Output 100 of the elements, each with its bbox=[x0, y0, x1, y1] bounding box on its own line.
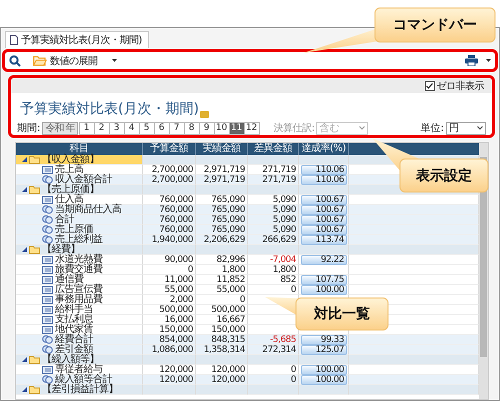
account-name: 広告宣伝費 bbox=[55, 284, 102, 294]
achievement-rate: 100.00 bbox=[301, 365, 347, 375]
account-name: 水道光熱費 bbox=[55, 254, 102, 264]
period-label: 期間: bbox=[17, 122, 40, 135]
year-field[interactable]: 令和 年 bbox=[42, 122, 78, 134]
achievement-rate: 100.67 bbox=[301, 205, 347, 215]
budget-amount: 2,700,000 bbox=[152, 175, 193, 185]
expand-triangle-icon[interactable] bbox=[22, 387, 27, 392]
actual-amount: 150,000 bbox=[211, 325, 245, 335]
column-header[interactable]: 差異金額 bbox=[254, 143, 292, 154]
table-row[interactable]: 仕入高 760,000 765,090 5,090 100.67 bbox=[16, 195, 479, 205]
month-button[interactable]: 7 bbox=[168, 122, 185, 134]
report-tab[interactable]: 予算実績対比表(月次・期間) bbox=[5, 31, 149, 48]
budget-amount: 760,000 bbox=[159, 215, 193, 225]
account-card-icon bbox=[42, 326, 53, 334]
account-name: 【売上原価】 bbox=[42, 184, 99, 194]
expand-values-button[interactable]: 数値の展開 bbox=[31, 54, 100, 68]
account-card-icon bbox=[42, 316, 53, 324]
budget-amount: 150,000 bbox=[159, 325, 193, 335]
month-button[interactable]: 8 bbox=[184, 122, 200, 134]
budget-amount: 854,000 bbox=[159, 335, 193, 345]
budget-amount: 500,000 bbox=[159, 305, 193, 315]
table-row[interactable]: 旅費交通費 0 1,800 1,800 bbox=[16, 265, 479, 275]
actual-amount: 120,000 bbox=[211, 375, 245, 385]
account-card-icon bbox=[42, 286, 53, 294]
table-row[interactable]: 繰入額等合計 120,000 120,000 0 100.00 bbox=[16, 375, 479, 385]
actual-amount: 848,315 bbox=[211, 335, 245, 345]
month-button[interactable]: 12 bbox=[244, 122, 260, 134]
table-row[interactable]: 通信費 11,000 11,852 852 107.75 bbox=[16, 275, 479, 285]
search-icon[interactable] bbox=[9, 54, 21, 66]
table-row[interactable]: 【差引損益計算】 bbox=[16, 385, 479, 395]
account-name: 合計 bbox=[55, 214, 74, 224]
expand-triangle-icon[interactable] bbox=[22, 187, 27, 192]
account-name: 通信費 bbox=[55, 274, 84, 284]
achievement-rate: 100.67 bbox=[301, 225, 347, 235]
budget-amount: 760,000 bbox=[159, 205, 193, 215]
expand-triangle-icon[interactable] bbox=[22, 157, 27, 162]
table-row[interactable]: 合計 760,000 765,090 5,090 100.67 bbox=[16, 215, 479, 225]
callout-tooltip: コマンドバー bbox=[300, 6, 498, 56]
month-button[interactable]: 2 bbox=[94, 122, 110, 134]
document-icon bbox=[10, 35, 18, 45]
budget-amount: 1,086,000 bbox=[152, 345, 193, 355]
actual-amount: 500,000 bbox=[211, 305, 245, 315]
month-button[interactable]: 10 bbox=[214, 122, 230, 134]
actual-amount: 82,996 bbox=[216, 255, 245, 265]
unit-dropdown[interactable]: 円 bbox=[446, 122, 486, 134]
budget-amount: 90,000 bbox=[164, 255, 193, 265]
column-header[interactable]: 予算金額 bbox=[150, 143, 188, 154]
month-button[interactable]: 3 bbox=[108, 122, 125, 134]
expand-triangle-icon[interactable] bbox=[22, 357, 27, 362]
table-row[interactable]: 【繰入額等】 bbox=[16, 355, 479, 365]
account-name: 地代家賃 bbox=[55, 324, 93, 334]
actual-amount: 120,000 bbox=[211, 365, 245, 375]
account-card-icon bbox=[42, 166, 53, 174]
column-header[interactable]: 科目 bbox=[70, 143, 88, 154]
variance-amount: 852 bbox=[280, 275, 296, 285]
actual-amount: 1,358,314 bbox=[204, 345, 245, 355]
caret-icon[interactable] bbox=[486, 59, 491, 62]
printer-icon[interactable] bbox=[465, 55, 478, 66]
caret-icon[interactable] bbox=[112, 59, 116, 62]
table-row[interactable]: 経費合計 854,000 848,315 -5,685 99.33 bbox=[16, 335, 479, 345]
achievement-rate: 110.06 bbox=[301, 165, 347, 175]
report-title: 予算実績対比表(月次・期間) bbox=[20, 100, 199, 118]
table-row[interactable]: 売上原価 760,000 765,090 5,090 100.67 bbox=[16, 225, 479, 235]
table-row[interactable]: 水道光熱費 90,000 82,996 -7,004 92.22 bbox=[16, 255, 479, 265]
achievement-rate: 125.07 bbox=[301, 345, 347, 355]
account-name: 売上高 bbox=[55, 164, 84, 174]
achievement-rate: 100.00 bbox=[301, 285, 347, 295]
chevron-down-icon bbox=[359, 126, 366, 130]
account-name: 旅費交通費 bbox=[55, 264, 102, 274]
variance-amount: 5,090 bbox=[272, 205, 296, 215]
month-button[interactable]: 9 bbox=[198, 122, 215, 134]
zero-hide-checkbox[interactable]: ゼロ非表示 bbox=[424, 78, 484, 92]
account-card-icon bbox=[42, 366, 53, 374]
table-row[interactable]: 当期商品仕入高 760,000 765,090 5,090 100.67 bbox=[16, 205, 479, 215]
account-name: 売上原価 bbox=[55, 224, 93, 234]
account-name: 【差引損益計算】 bbox=[42, 384, 118, 394]
budget-amount: 11,000 bbox=[164, 275, 193, 285]
table-row[interactable]: 広告宣伝費 55,000 55,000 0 100.00 bbox=[16, 285, 479, 295]
actual-amount: 55,000 bbox=[216, 285, 245, 295]
account-name: 給料手当 bbox=[55, 304, 93, 314]
month-button[interactable]: 4 bbox=[124, 122, 140, 134]
account-name: 支払利息 bbox=[55, 314, 93, 324]
month-button[interactable]: 11 bbox=[228, 122, 245, 134]
month-button[interactable]: 6 bbox=[154, 122, 170, 134]
budget-amount: 760,000 bbox=[159, 195, 193, 205]
account-card-icon bbox=[42, 256, 53, 264]
account-card-icon bbox=[42, 276, 53, 284]
budget-amount: 120,000 bbox=[159, 365, 193, 375]
variance-amount: -7,004 bbox=[270, 255, 296, 265]
expand-triangle-icon[interactable] bbox=[22, 247, 27, 252]
month-button[interactable]: 1 bbox=[78, 122, 95, 134]
table-row[interactable]: 【経費】 bbox=[16, 245, 479, 255]
account-name: 【収入金額】 bbox=[42, 154, 99, 164]
table-row[interactable]: 差引金額 1,086,000 1,358,314 272,314 125.07 bbox=[16, 345, 479, 355]
budget-amount: 1,940,000 bbox=[152, 235, 193, 245]
month-button[interactable]: 5 bbox=[138, 122, 155, 134]
table-row[interactable]: 売上総利益 1,940,000 2,206,629 266,629 113.74 bbox=[16, 235, 479, 245]
table-row[interactable]: 専従者給与 120,000 120,000 0 100.00 bbox=[16, 365, 479, 375]
actual-amount: 11,852 bbox=[216, 275, 245, 285]
